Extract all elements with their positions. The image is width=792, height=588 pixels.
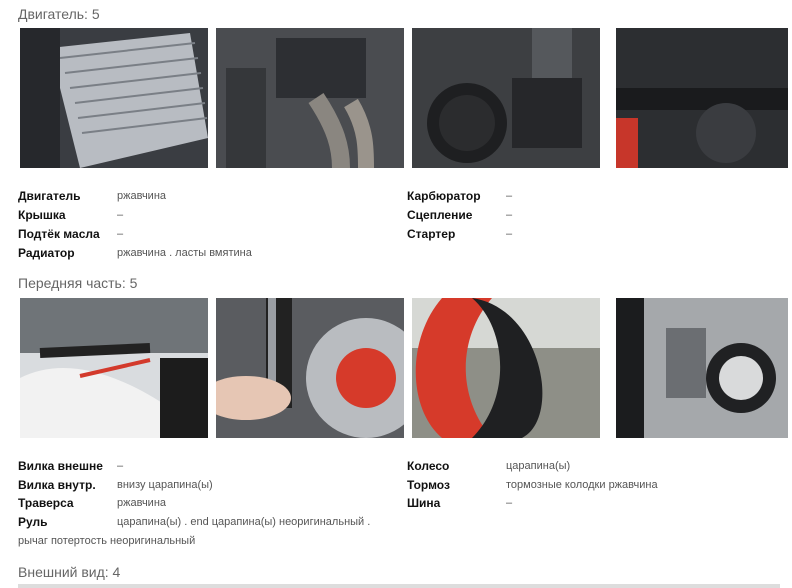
- handlebar-photo[interactable]: [20, 298, 208, 438]
- section-title-front: Передняя часть: 5: [18, 275, 138, 291]
- row-label-fork-outer: Вилка внешне: [18, 459, 103, 473]
- row-value-tire: –: [506, 497, 513, 509]
- engine-cover-photo[interactable]: [412, 28, 600, 168]
- row-label-carburetor: Карбюратор: [407, 189, 481, 203]
- row-value-fork-inner: внизу царапина(ы): [117, 479, 213, 491]
- next-photos-strip: [18, 584, 780, 588]
- row-label-wheel: Колесо: [407, 459, 450, 473]
- section-title-engine: Двигатель: 5: [18, 6, 100, 22]
- row-value-traverse: ржавчина: [117, 497, 167, 509]
- front-brake-photo[interactable]: [608, 298, 792, 438]
- row-label-handlebar: Руль: [18, 515, 48, 529]
- row-value-oil-leak: –: [117, 228, 124, 240]
- row-value-radiator: ржавчина . ласты вмятина: [117, 247, 252, 259]
- row-value-wheel: царапина(ы): [506, 460, 571, 472]
- engine-exhaust-photo[interactable]: [216, 28, 404, 168]
- row-value-handlebar: царапина(ы) . end царапина(ы) неоригинал…: [117, 516, 371, 528]
- row-label-radiator: Радиатор: [18, 246, 75, 260]
- fork-photo[interactable]: [216, 298, 404, 438]
- row-value-clutch: –: [506, 209, 513, 221]
- row-value-handlebar-wrap: рычаг потертость неоригинальный: [18, 535, 196, 547]
- radiator-photo[interactable]: [20, 28, 208, 168]
- row-label-engine: Двигатель: [18, 189, 81, 203]
- row-value-carburetor: –: [506, 190, 513, 202]
- row-label-oil-leak: Подтёк масла: [18, 227, 100, 241]
- row-value-starter: –: [506, 228, 513, 240]
- row-value-cover: –: [117, 209, 124, 221]
- row-value-engine: ржавчина: [117, 190, 167, 202]
- row-label-traverse: Траверса: [18, 496, 74, 510]
- engine-frame-photo[interactable]: [608, 28, 792, 168]
- row-label-starter: Стартер: [407, 227, 456, 241]
- row-label-tire: Шина: [407, 496, 441, 510]
- row-label-fork-inner: Вилка внутр.: [18, 478, 96, 492]
- section-title-exterior: Внешний вид: 4: [18, 564, 121, 580]
- row-value-brake: тормозные колодки ржавчина: [506, 479, 658, 491]
- row-value-fork-outer: –: [117, 460, 124, 472]
- row-label-clutch: Сцепление: [407, 208, 473, 222]
- row-label-cover: Крышка: [18, 208, 66, 222]
- front-wheel-photo[interactable]: [412, 298, 600, 438]
- row-label-brake: Тормоз: [407, 478, 450, 492]
